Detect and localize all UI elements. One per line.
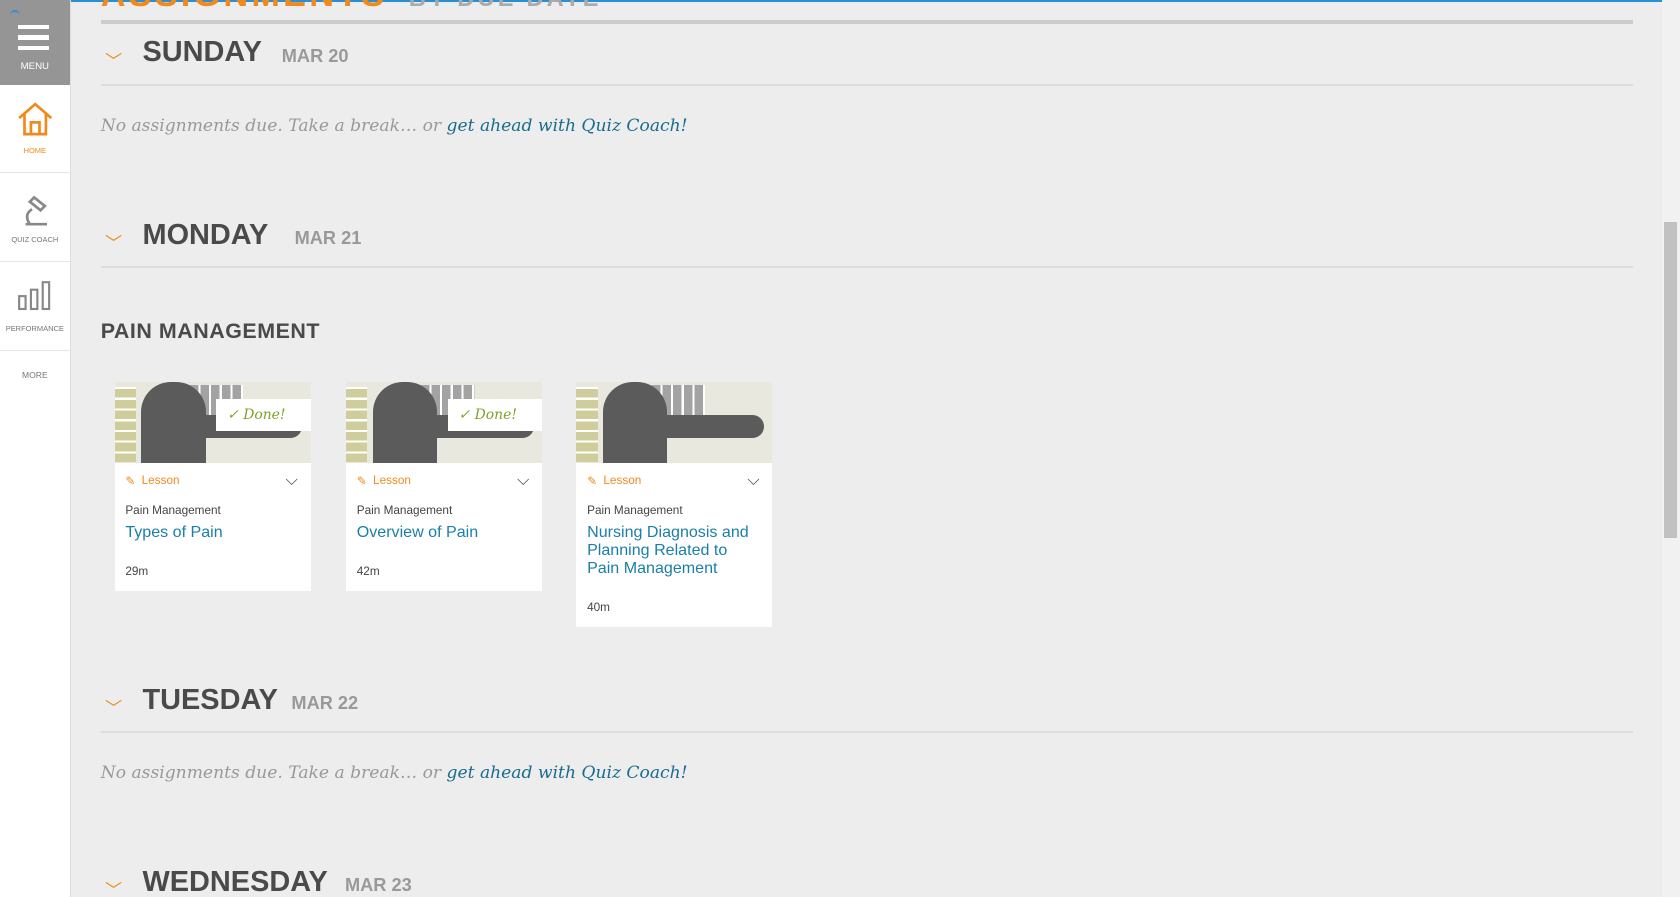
card-title-link[interactable]: Types of Pain [125,523,300,541]
assignment-card[interactable]: ✎ Lesson ⌵ Pain Management Nursing Diagnosi… [576,382,773,628]
sidebar-item-label: QUIZ COACH [11,235,59,245]
card-thumbnail: ✓ Done! [346,382,543,463]
card-title-link[interactable]: Nursing Diagnosis and Planning Related t… [587,523,762,578]
card-type: Lesson [373,474,411,488]
assignment-card[interactable]: ✓ Done! ✎ Lesson ⌵ Pain Management Overview… [346,382,543,591]
card-topic: Pain Management [587,503,683,517]
day-name: WEDNESDAY [142,865,328,897]
card-thumbnail: ✓ Done! [114,382,311,463]
sidebar-item-more[interactable]: MORE [0,351,70,380]
sidebar: MENU HOME QUIZ COACH PERFORMANCE MORE [0,0,71,897]
day-header-tuesday[interactable]: ﹀ TUESDAY MAR 22 [100,683,1633,733]
card-title-link[interactable]: Overview of Pain [357,523,532,541]
card-type: Lesson [141,474,180,488]
sidebar-item-home[interactable]: HOME [0,85,70,174]
chevron-down-icon: ﹀ [104,698,123,719]
card-duration: 29m [125,564,149,578]
chevron-down-icon: ﹀ [104,233,123,254]
day-header-monday[interactable]: ﹀ MONDAY MAR 21 [100,218,1633,268]
card-type: Lesson [603,474,642,488]
card-topic: Pain Management [125,503,221,517]
quiz-coach-link[interactable]: get ahead with Quiz Coach! [447,116,688,136]
day-name: TUESDAY [142,683,278,716]
card-duration: 42m [356,564,380,578]
done-badge: ✓ Done! [447,398,543,431]
quiz-coach-link[interactable]: get ahead with Quiz Coach! [447,763,688,783]
bar-chart-icon [18,281,51,311]
sidebar-item-quiz-coach[interactable]: QUIZ COACH [0,173,70,263]
page-title: ASSIGNMENTSBY DUE DATE [101,0,602,15]
empty-message: No assignments due. Take a break… or get… [100,762,688,783]
empty-message: No assignments due. Take a break… or get… [100,115,688,136]
day-name: SUNDAY [142,36,262,69]
section-title: PAIN MANAGEMENT [100,319,321,344]
day-header-wednesday[interactable]: ﹀ WEDNESDAY MAR 23 [101,866,1633,897]
card-topic: Pain Management [356,503,453,517]
loading-spinner-icon [9,9,21,23]
lesson-edit-icon: ✎ [587,474,597,488]
day-date: MAR 20 [281,46,349,67]
chevron-down-icon: ﹀ [104,880,123,897]
chevron-down-icon[interactable]: ⌵ [286,471,298,490]
day-header-sunday[interactable]: ﹀ SUNDAY MAR 20 [100,36,1633,86]
page-subtitle: BY DUE DATE [409,0,602,11]
day-date: MAR 21 [294,228,362,249]
card-thumbnail [576,382,773,463]
menu-button[interactable]: MENU [0,0,70,85]
lesson-edit-icon: ✎ [125,474,136,488]
day-date: MAR 22 [291,693,359,714]
home-icon [18,102,53,136]
sidebar-item-label: HOME [23,146,47,156]
chevron-down-icon: ﹀ [104,51,123,72]
chevron-down-icon[interactable]: ⌵ [517,471,529,490]
day-date: MAR 23 [344,875,412,896]
chevron-down-icon[interactable]: ⌵ [747,471,759,490]
sidebar-item-label: PERFORMANCE [5,324,64,334]
done-badge: ✓ Done! [216,398,311,431]
sidebar-item-performance[interactable]: PERFORMANCE [0,262,70,352]
menu-label: MENU [20,61,49,73]
microscope-icon [25,195,48,226]
scrollbar-thumb[interactable] [1663,221,1677,538]
hamburger-icon [18,24,50,57]
divider [100,20,1633,24]
card-duration: 40m [587,601,610,615]
day-name: MONDAY [142,218,269,251]
lesson-edit-icon: ✎ [356,474,367,488]
scrollbar[interactable] [1661,0,1680,897]
assignment-card[interactable]: ✓ Done! ✎ Lesson ⌵ Pain Management Types of… [114,382,311,591]
